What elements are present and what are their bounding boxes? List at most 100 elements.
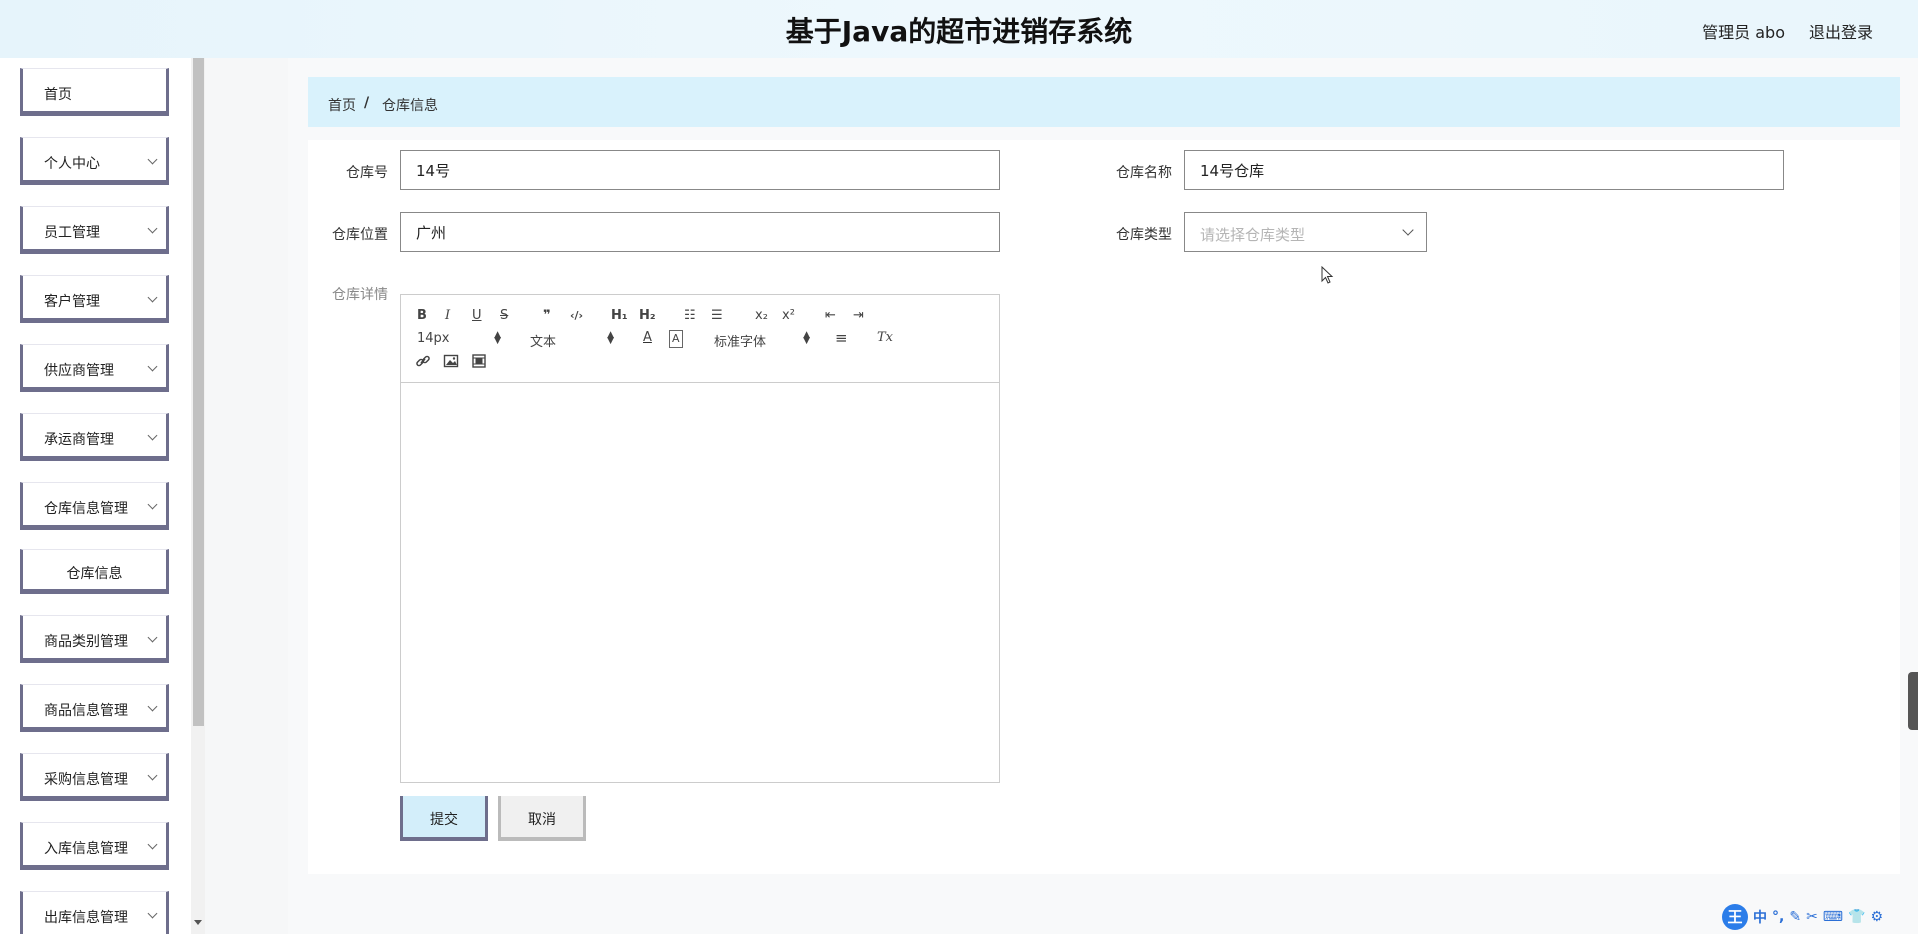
breadcrumb-separator: / — [364, 95, 370, 111]
picker-arrows-icon: ▲ ▼ — [607, 330, 614, 346]
keyboard-icon[interactable]: ⌨ — [1823, 909, 1843, 925]
warehouse-type-label: 仓库类型 — [1116, 227, 1172, 243]
sidebar-item[interactable]: 首页 — [20, 68, 169, 116]
picker-arrows-icon: ▲ ▼ — [803, 330, 810, 346]
sidebar-item-label: 员工管理 — [44, 225, 100, 241]
skin-icon[interactable]: 👕 — [1848, 909, 1865, 925]
sidebar-item[interactable]: 供应商管理 — [20, 344, 169, 392]
punctuation-icon[interactable]: °, — [1772, 909, 1784, 925]
chevron-down-icon — [147, 223, 158, 234]
edge-side-widget[interactable] — [1908, 672, 1918, 730]
editor-content-area[interactable] — [401, 384, 999, 782]
align-button[interactable]: ≡ — [835, 330, 848, 346]
ime-toolbar: 王 中 °, ✎ ✂ ⌨ 👕 ⚙ — [1722, 904, 1883, 930]
submit-button[interactable]: 提交 — [400, 796, 488, 841]
link-icon[interactable] — [415, 353, 431, 374]
chevron-down-icon — [147, 770, 158, 781]
italic-button[interactable]: I — [445, 308, 450, 324]
warehouse-no-input[interactable] — [400, 150, 1000, 190]
chevron-down-icon — [147, 361, 158, 372]
subscript-button[interactable]: x₂ — [755, 308, 768, 324]
editor-toolbar: B I U S ❞ ‹/› H₁ H₂ ☷ ☰ x₂ x² ⇤ ⇥ 14px ▲… — [401, 295, 999, 383]
breadcrumb: 首页 / 仓库信息 — [308, 77, 1900, 127]
chevron-down-icon — [147, 430, 158, 441]
chevron-down-icon — [147, 632, 158, 643]
sidebar-item-label: 仓库信息 — [66, 566, 123, 582]
warehouse-type-select[interactable]: 请选择仓库类型 — [1184, 212, 1427, 252]
chevron-down-icon — [1402, 224, 1414, 236]
scroll-down-arrow-icon[interactable] — [194, 920, 202, 925]
sidebar-item-label: 入库信息管理 — [44, 841, 128, 857]
chevron-down-icon — [147, 499, 158, 510]
sidebar-item[interactable]: 客户管理 — [20, 275, 169, 323]
sidebar-item[interactable]: 出库信息管理 — [20, 891, 169, 934]
sidebar-item-label: 商品信息管理 — [44, 703, 128, 719]
sidebar-subitem[interactable]: 仓库信息 — [20, 549, 169, 594]
font-size-value: 14px — [417, 331, 450, 346]
chevron-down-icon — [147, 701, 158, 712]
sidebar-item-label: 客户管理 — [44, 294, 100, 310]
warehouse-no-label: 仓库号 — [346, 165, 388, 181]
sidebar-item[interactable]: 个人中心 — [20, 137, 169, 185]
font-size-picker[interactable]: 14px ▲ ▼ — [417, 330, 501, 347]
background-color-button[interactable]: A — [669, 330, 683, 348]
warehouse-name-label: 仓库名称 — [1116, 165, 1172, 181]
breadcrumb-current: 仓库信息 — [382, 98, 438, 114]
h1-button[interactable]: H₁ — [611, 308, 628, 324]
font-family-picker[interactable]: 标准字体 ▲ ▼ — [714, 330, 810, 351]
h2-button[interactable]: H₂ — [639, 308, 656, 324]
sidebar-item[interactable]: 采购信息管理 — [20, 753, 169, 801]
font-family-value: 标准字体 — [714, 335, 767, 350]
bold-button[interactable]: B — [417, 308, 427, 324]
sidebar-item-label: 出库信息管理 — [44, 910, 128, 926]
sidebar-item[interactable]: 仓库信息管理 — [20, 482, 169, 530]
sidebar-scrollbar-thumb[interactable] — [193, 58, 204, 726]
sidebar-item-label: 个人中心 — [44, 156, 100, 172]
bullet-list-button[interactable]: ☰ — [711, 308, 723, 324]
sidebar-item-label: 采购信息管理 — [44, 772, 128, 788]
code-button[interactable]: ‹/› — [570, 308, 583, 324]
top-header: 基于Java的超市进销存系统 管理员 abo 退出登录 — [0, 0, 1918, 58]
clean-format-button[interactable]: Tx — [877, 330, 893, 346]
image-icon[interactable] — [443, 353, 459, 374]
pen-icon[interactable]: ✎ — [1789, 909, 1801, 925]
location-input[interactable] — [400, 212, 1000, 252]
chevron-down-icon — [147, 154, 158, 165]
chevron-down-icon — [147, 908, 158, 919]
header-value: 文本 — [530, 335, 557, 350]
font-color-button[interactable]: A — [643, 330, 652, 346]
picker-arrows-icon: ▲ ▼ — [494, 330, 501, 346]
outdent-button[interactable]: ⇤ — [825, 308, 836, 324]
sidebar-item[interactable]: 员工管理 — [20, 206, 169, 254]
underline-button[interactable]: U — [472, 308, 482, 324]
ime-logo-icon[interactable]: 王 — [1722, 904, 1748, 930]
sidebar-item[interactable]: 入库信息管理 — [20, 822, 169, 870]
sidebar-item-label: 商品类别管理 — [44, 634, 128, 650]
rich-text-editor: B I U S ❞ ‹/› H₁ H₂ ☷ ☰ x₂ x² ⇤ ⇥ 14px ▲… — [400, 294, 1000, 783]
settings-gear-icon[interactable]: ⚙ — [1870, 909, 1883, 925]
scissors-icon[interactable]: ✂ — [1806, 909, 1818, 925]
sidebar-item-label: 承运商管理 — [44, 432, 114, 448]
sidebar-item[interactable]: 商品类别管理 — [20, 615, 169, 663]
superscript-button[interactable]: x² — [782, 308, 795, 324]
ime-mode-label[interactable]: 中 — [1753, 907, 1767, 927]
blockquote-button[interactable]: ❞ — [543, 308, 551, 324]
sidebar-item[interactable]: 承运商管理 — [20, 413, 169, 461]
logout-link[interactable]: 退出登录 — [1809, 19, 1873, 43]
cancel-button[interactable]: 取消 — [498, 796, 586, 841]
warehouse-name-input[interactable] — [1184, 150, 1784, 190]
sidebar-item[interactable]: 商品信息管理 — [20, 684, 169, 732]
strike-button[interactable]: S — [500, 308, 508, 324]
warehouse-type-placeholder: 请选择仓库类型 — [1200, 226, 1306, 244]
ordered-list-button[interactable]: ☷ — [684, 308, 696, 324]
chevron-down-icon — [147, 839, 158, 850]
indent-button[interactable]: ⇥ — [853, 308, 864, 324]
sidebar-item-label: 仓库信息管理 — [44, 501, 128, 517]
sidebar: 首页个人中心员工管理客户管理供应商管理承运商管理仓库信息管理仓库信息商品类别管理… — [0, 58, 205, 934]
breadcrumb-home[interactable]: 首页 — [328, 95, 356, 115]
detail-label: 仓库详情 — [332, 287, 388, 303]
chevron-down-icon — [147, 292, 158, 303]
user-info: 管理员 abo — [1702, 23, 1785, 42]
video-icon[interactable] — [471, 353, 487, 374]
header-picker[interactable]: 文本 ▲ ▼ — [530, 330, 614, 351]
